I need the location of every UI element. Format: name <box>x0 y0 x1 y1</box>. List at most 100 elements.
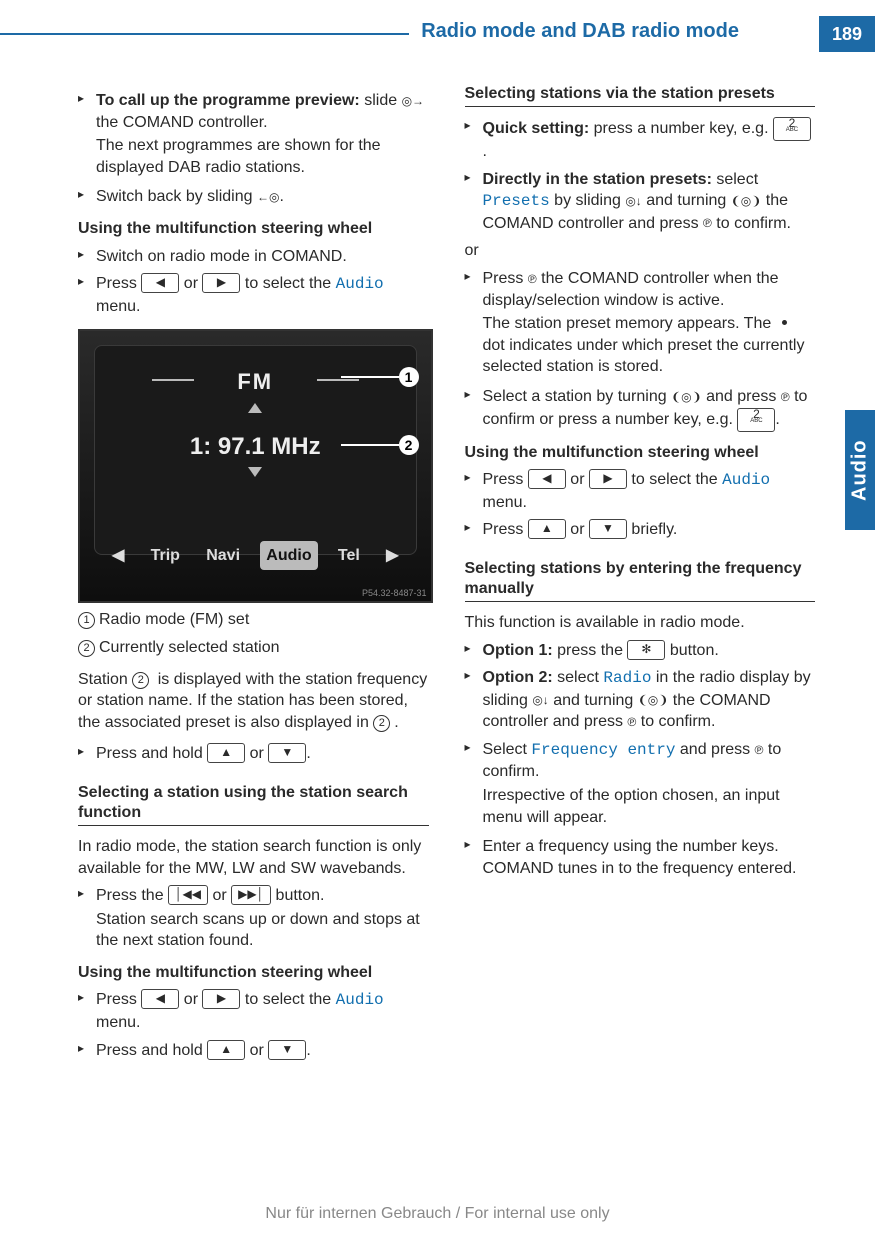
controller-press-icon: ℗ <box>528 271 537 287</box>
seek-fwd-key-icon: ▶▶│ <box>231 885 271 905</box>
right-key-icon: ▶ <box>202 989 240 1009</box>
text: Station <box>78 671 132 688</box>
text: The station preset memory appears. The <box>483 315 776 332</box>
nav-right-caret: ▶ <box>380 541 404 571</box>
text: Select a station by turning <box>483 388 672 405</box>
search-paragraph: In radio mode, the station search functi… <box>78 836 429 879</box>
text: and press <box>702 388 781 405</box>
left-key-icon: ◀ <box>528 469 566 489</box>
frequency-entry-menu-label: Frequency entry <box>531 741 675 759</box>
controller-turn-icon: ❨◎❩ <box>671 389 702 405</box>
subtext: The station preset memory appears. The d… <box>483 313 816 378</box>
text: select <box>716 171 758 188</box>
right-column: Selecting stations via the station prese… <box>465 84 816 1151</box>
heading-wheel-1: Using the multifunction steering wheel <box>78 218 429 240</box>
side-tab-audio: Audio <box>845 410 875 530</box>
station-paragraph: Station 2 is displayed with the station … <box>78 669 429 734</box>
text: . <box>306 1042 310 1059</box>
step-press-controller-active: Press ℗ the COMAND controller when the d… <box>465 268 816 378</box>
text: and press <box>675 741 754 758</box>
text: Press <box>96 991 141 1008</box>
audio-menu-label: Audio <box>336 991 384 1009</box>
text: button. <box>665 642 718 659</box>
heading-wheel-3: Using the multifunction steering wheel <box>465 442 816 464</box>
text: . <box>483 143 487 160</box>
step-press-select-audio-1: Press ◀ or ▶ to select the Audio menu. <box>78 273 429 317</box>
text: select <box>557 669 603 686</box>
text: press the <box>557 642 627 659</box>
text: to confirm. <box>712 215 791 232</box>
callout-1: 1 <box>399 367 419 387</box>
step-press-select-audio-2: Press ◀ or ▶ to select the Audio menu. <box>78 989 429 1033</box>
key-sub: ABC <box>744 418 768 424</box>
step-press-select-audio-3: Press ◀ or ▶ to select the Audio menu. <box>465 469 816 513</box>
controller-press-icon: ℗ <box>781 389 790 405</box>
text: menu. <box>483 494 527 511</box>
controller-press-icon: ℗ <box>703 215 712 231</box>
down-key-icon: ▼ <box>268 1040 306 1060</box>
nav-left-caret: ◀ <box>106 541 130 571</box>
caret-up-icon <box>248 403 262 413</box>
text: Press <box>96 275 141 292</box>
right-key-icon: ▶ <box>202 273 240 293</box>
subtext: Station search scans up or down and stop… <box>96 909 429 952</box>
label: Option 2: <box>483 669 558 686</box>
controller-slide-down-icon: ◎↓ <box>532 692 548 708</box>
text: Press <box>483 471 528 488</box>
step-press-briefly: Press ▲ or ▼ briefly. <box>465 519 816 541</box>
text: to select the <box>240 991 335 1008</box>
caption-2: 2Currently selected station <box>78 637 429 659</box>
text: button. <box>271 887 324 904</box>
audio-menu-label: Audio <box>336 275 384 293</box>
text: . <box>279 188 283 205</box>
heading-station-search: Selecting a station using the station se… <box>78 783 429 826</box>
text: or <box>566 521 589 538</box>
text: Press <box>483 521 528 538</box>
text: Press and hold <box>96 745 207 762</box>
circled-1-icon: 1 <box>78 612 95 629</box>
circled-2-icon: 2 <box>132 672 149 689</box>
text: to select the <box>240 275 335 292</box>
text: press a number key, e.g. <box>594 120 773 137</box>
subtext: The next programmes are shown for the di… <box>96 135 429 178</box>
step-frequency-entry: Select Frequency entry and press ℗ to co… <box>465 739 816 828</box>
text: dot indicates under which preset the cur… <box>483 337 805 376</box>
down-key-icon: ▼ <box>589 519 627 539</box>
up-key-icon: ▲ <box>528 519 566 539</box>
text: or <box>245 1042 268 1059</box>
page-number: 189 <box>819 16 875 52</box>
display-screenshot: FM 1: 97.1 MHz ◀ Trip Navi Audio Tel ▶ 1… <box>78 329 433 603</box>
freq-avail-text: This function is available in radio mode… <box>465 612 816 634</box>
callout-line-2 <box>341 444 399 446</box>
step-press-hold-2: Press and hold ▲ or ▼. <box>78 1040 429 1062</box>
two-key-icon: 2ABC <box>773 117 811 141</box>
radio-menu-label: Radio <box>603 669 651 687</box>
text: Select <box>483 741 532 758</box>
frequency-label: 1: 97.1 MHz <box>80 431 431 463</box>
step-option-2: Option 2: select Radio in the radio disp… <box>465 667 816 733</box>
text: Press and hold <box>96 1042 207 1059</box>
step-programme-preview: To call up the programme preview: slide … <box>78 90 429 178</box>
heading-wheel-2: Using the multifunction steering wheel <box>78 962 429 984</box>
controller-slide-right-icon: ◎→ <box>402 93 424 109</box>
controller-press-icon: ℗ <box>627 714 636 730</box>
or-label: or <box>465 240 816 262</box>
text: Press the <box>96 887 168 904</box>
controller-turn-icon: ❨◎❩ <box>731 193 762 209</box>
nav-audio: Audio <box>260 541 317 571</box>
label: Option 1: <box>483 642 558 659</box>
callout-2: 2 <box>399 435 419 455</box>
caption-1: 1Radio mode (FM) set <box>78 609 429 631</box>
audio-menu-label: Audio <box>722 471 770 489</box>
step-switch-radio-mode: Switch on radio mode in COMAND. <box>78 246 429 268</box>
step-quick-setting: Quick setting: press a number key, e.g. … <box>465 117 816 163</box>
left-key-icon: ◀ <box>141 989 179 1009</box>
controller-slide-left-icon: ←◎ <box>257 189 279 205</box>
image-code: P54.32-8487-31 <box>362 587 427 599</box>
display-navbar: ◀ Trip Navi Audio Tel ▶ <box>106 535 405 575</box>
text: menu. <box>96 298 140 315</box>
text: or <box>179 991 202 1008</box>
footer-watermark: Nur für internen Gebrauch / For internal… <box>0 1205 875 1223</box>
step-option-1: Option 1: press the ✻ button. <box>465 640 816 662</box>
callout-line-1 <box>341 376 399 378</box>
